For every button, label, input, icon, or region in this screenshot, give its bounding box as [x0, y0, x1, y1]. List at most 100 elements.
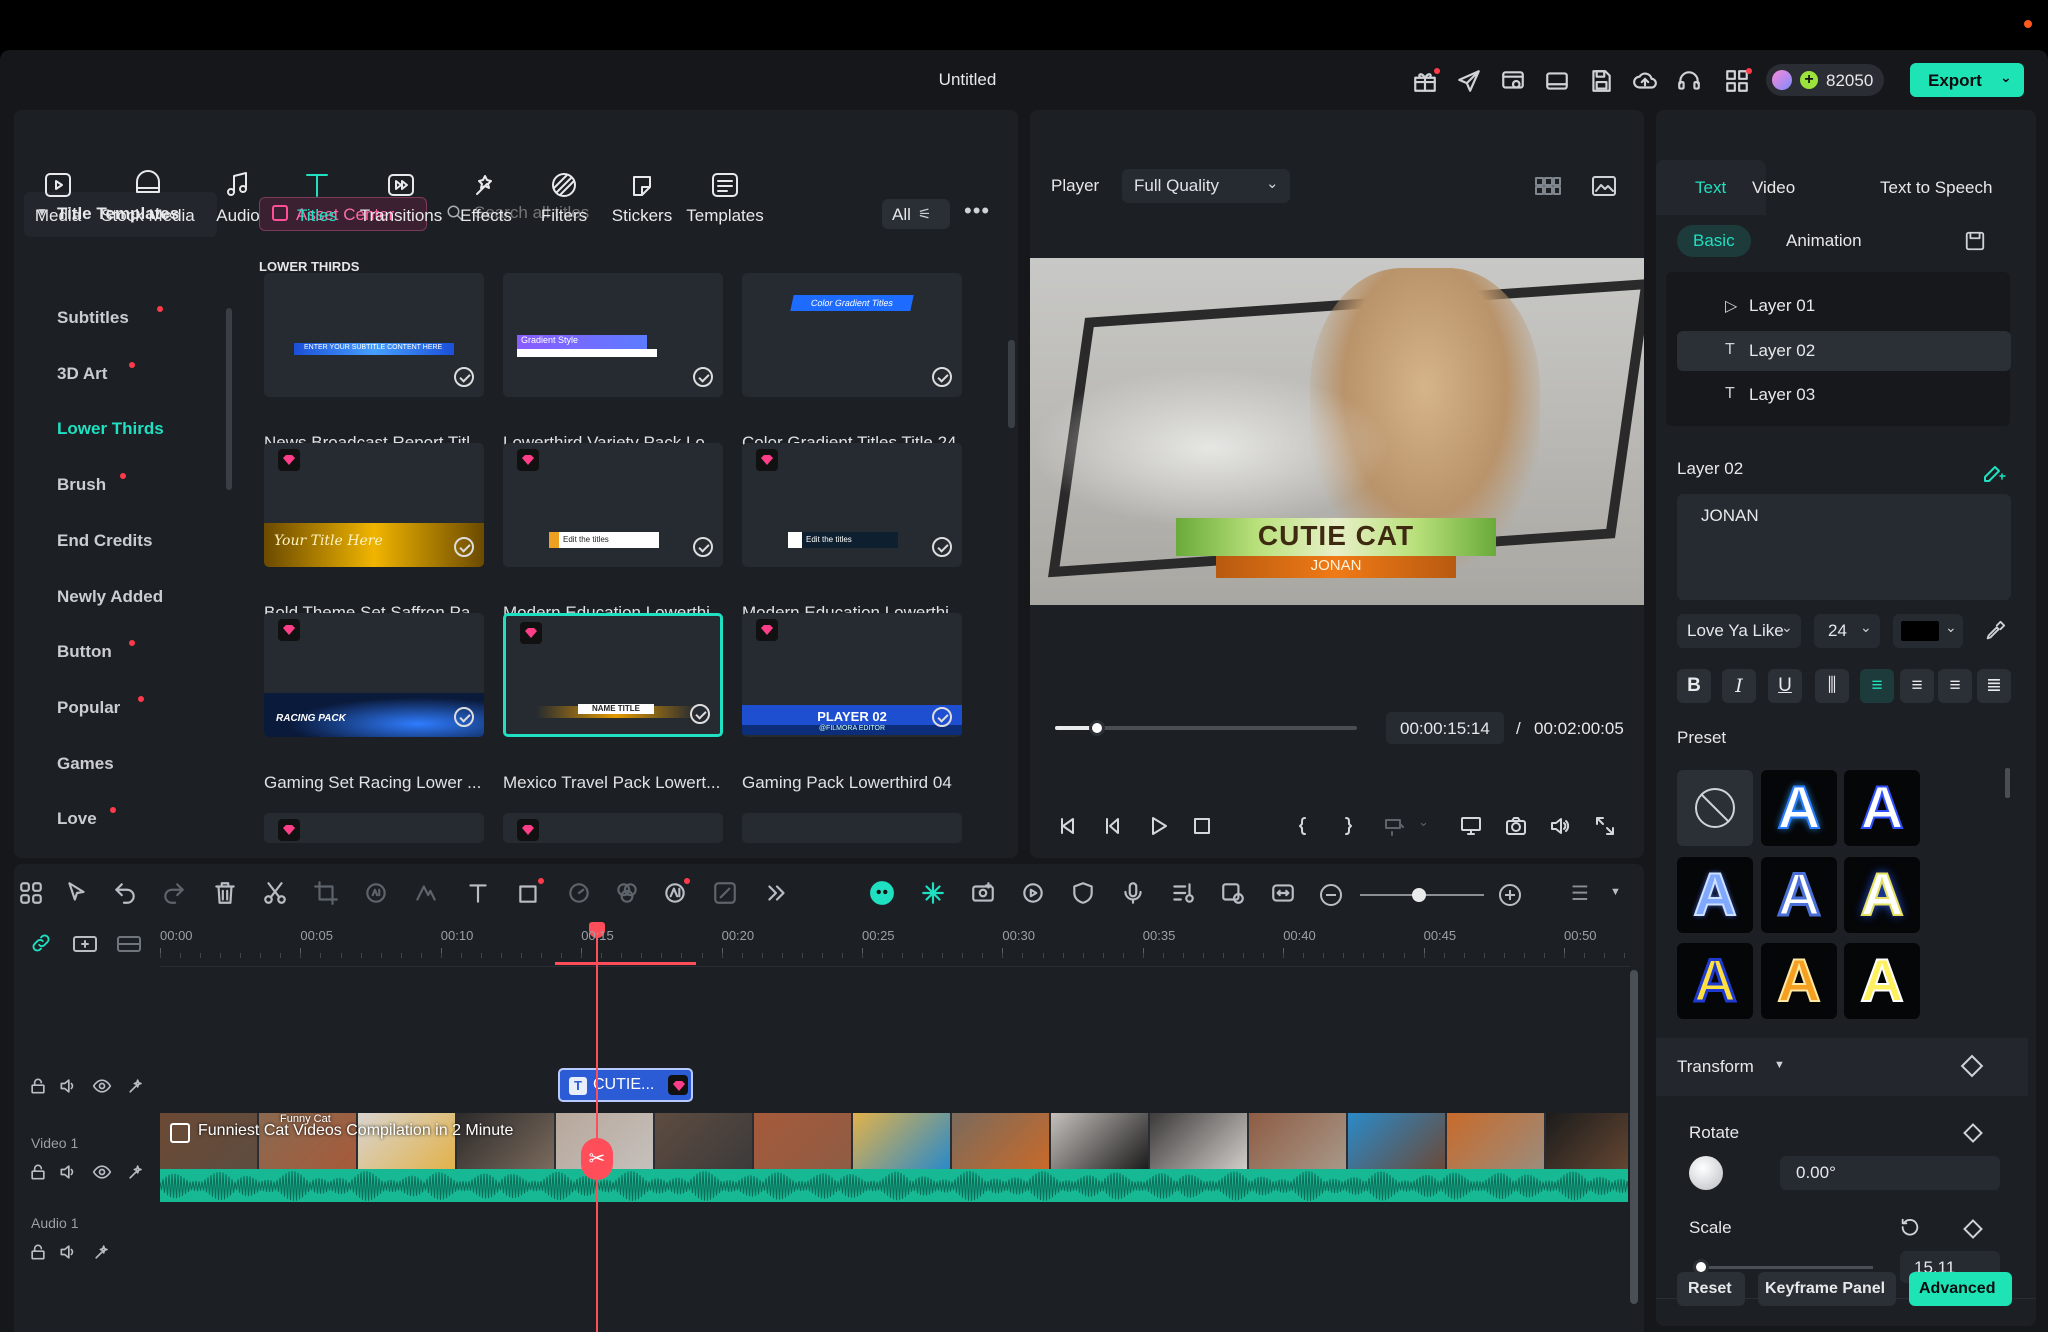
ai-edit-icon[interactable]	[1982, 460, 2008, 482]
template-thumbnail[interactable]: Your Title Here	[264, 443, 484, 567]
smart-edit-icon[interactable]	[1220, 880, 1246, 906]
download-icon[interactable]	[932, 537, 952, 557]
timeline-vertical-scrollbar[interactable]	[1630, 970, 1638, 1304]
layer-item[interactable]: T Layer 02	[1677, 330, 2011, 371]
download-icon[interactable]	[932, 707, 952, 727]
reset-scale-icon[interactable]	[1899, 1216, 1921, 1238]
gift-icon[interactable]	[1412, 68, 1440, 94]
align-right-button[interactable]: ≡	[1938, 669, 1972, 703]
text-tool-icon[interactable]	[465, 880, 491, 906]
template-thumbnail[interactable]	[742, 813, 962, 843]
cut-icon[interactable]	[262, 880, 288, 906]
inspector-tab-text[interactable]: Text	[1695, 178, 1726, 198]
underline-button[interactable]: U	[1768, 669, 1802, 703]
audio-stretch-icon[interactable]	[413, 880, 439, 906]
font-select[interactable]: Love Ya Like ⌄	[1677, 614, 1801, 648]
chevron-down-icon[interactable]: ⌄	[2000, 69, 2012, 86]
sidebar-scrollbar[interactable]	[226, 308, 232, 490]
layout-icon[interactable]	[1544, 68, 1570, 94]
ai-effects-icon[interactable]	[662, 878, 690, 906]
ai-audio-icon[interactable]	[126, 1076, 146, 1096]
template-thumbnail[interactable]	[503, 813, 723, 843]
download-icon[interactable]	[693, 367, 713, 387]
display-settings-icon[interactable]	[1459, 814, 1483, 838]
export-button[interactable]: Export ⌄	[1910, 63, 2024, 97]
download-icon[interactable]	[454, 707, 474, 727]
chevron-down-icon[interactable]: ⌄	[1418, 814, 1429, 830]
text-preset-style[interactable]: A	[1844, 943, 1920, 1019]
download-icon[interactable]	[454, 367, 474, 387]
zoom-out-icon[interactable]	[1320, 884, 1342, 906]
delete-icon[interactable]	[212, 880, 238, 906]
track-manager-icon[interactable]	[116, 934, 142, 954]
lock-icon[interactable]	[28, 1242, 48, 1262]
sidebar-item-lower-thirds[interactable]: Lower Thirds	[57, 419, 164, 439]
sidebar-item-popular[interactable]: Popular	[57, 698, 120, 718]
more-options-icon[interactable]: •••	[964, 198, 990, 224]
fullscreen-icon[interactable]	[1593, 814, 1617, 838]
template-thumbnail[interactable]: NAME TITLE	[503, 613, 723, 737]
sidebar-item-3d-art[interactable]: 3D Art	[57, 364, 107, 384]
color-match-icon[interactable]	[614, 880, 640, 906]
sidebar-item-button[interactable]: Button	[57, 642, 112, 662]
text-preset-style[interactable]: A	[1677, 857, 1753, 933]
text-preset-style[interactable]: A	[1761, 770, 1837, 846]
layer-item[interactable]: ▷ Layer 01	[1677, 286, 2011, 326]
template-thumbnail[interactable]: Edit the titles	[503, 443, 723, 567]
title-clip[interactable]: T CUTIE...	[558, 1068, 693, 1102]
sidebar-item-subtitles[interactable]: Subtitles	[57, 308, 129, 328]
scrubber-track[interactable]	[1055, 720, 1357, 736]
rotate-input[interactable]: 0.00°	[1780, 1156, 2000, 1190]
template-thumbnail[interactable]: ENTER YOUR SUBTITLE CONTENT HERE	[264, 273, 484, 397]
zoom-in-icon[interactable]	[1499, 884, 1521, 906]
lock-icon[interactable]	[28, 1076, 48, 1096]
auto-beat-sync-icon[interactable]	[920, 880, 946, 906]
track-layout-icon[interactable]: ☰	[1571, 880, 1593, 908]
transform-header[interactable]: Transform ▼	[1656, 1038, 2028, 1096]
ai-audio-icon[interactable]	[126, 1162, 146, 1182]
keyframe-panel-button[interactable]: Keyframe Panel	[1758, 1272, 1896, 1306]
redo-icon[interactable]	[161, 880, 187, 906]
cloud-upload-icon[interactable]	[1632, 68, 1658, 94]
text-preset-style[interactable]: A	[1677, 943, 1753, 1019]
tab-templates[interactable]: Templates	[675, 168, 775, 226]
keyframe-diamond-icon[interactable]	[1960, 1054, 1984, 1078]
volume-icon[interactable]	[58, 1076, 78, 1096]
zoom-slider-handle[interactable]	[1412, 888, 1426, 902]
save-icon[interactable]	[1588, 68, 1614, 94]
layout-grid-icon[interactable]	[18, 880, 44, 906]
advanced-button[interactable]: Advanced	[1909, 1272, 2012, 1306]
snapshot-view-icon[interactable]	[1590, 174, 1618, 198]
current-time-box[interactable]: 00:00:15:14	[1386, 712, 1504, 744]
rotate-dial[interactable]	[1689, 1156, 1723, 1190]
play-reverse-icon[interactable]	[1102, 814, 1126, 838]
template-thumbnail[interactable]: Color Gradient Titles	[742, 273, 962, 397]
template-thumbnail[interactable]: Gradient Style	[503, 273, 723, 397]
split-scissors-icon[interactable]: ✂	[581, 1138, 613, 1180]
vertical-text-button[interactable]: ⫼	[1815, 669, 1849, 703]
subtab-animation[interactable]: Animation	[1770, 225, 1878, 257]
ai-tool-icon[interactable]	[363, 880, 389, 906]
italic-button[interactable]: I	[1722, 669, 1756, 703]
mark-in-icon[interactable]	[1291, 814, 1315, 838]
volume-icon[interactable]	[1548, 814, 1572, 838]
lock-icon[interactable]	[28, 1162, 48, 1182]
preset-none[interactable]	[1677, 770, 1753, 846]
link-icon[interactable]	[30, 932, 54, 956]
sidebar-item-brush[interactable]: Brush	[57, 475, 106, 495]
justify-button[interactable]: ≣	[1977, 669, 2011, 703]
filter-dropdown[interactable]: All ⚟	[882, 199, 950, 229]
add-track-icon[interactable]	[72, 934, 98, 954]
preset-scrollbar[interactable]	[2005, 768, 2010, 798]
sidebar-item-newly-added[interactable]: Newly Added	[57, 587, 163, 607]
color-select[interactable]: ⌄	[1893, 614, 1963, 648]
video-preview[interactable]: CUTIE CAT JONAN	[1030, 258, 1644, 605]
snapshot-camera-icon[interactable]	[1504, 814, 1528, 838]
font-size-select[interactable]: 24 ⌄	[1814, 614, 1880, 648]
apps-grid-icon[interactable]	[1724, 68, 1752, 94]
save-preset-icon[interactable]	[1964, 230, 1986, 252]
play-icon[interactable]	[1146, 814, 1170, 838]
bold-button[interactable]: B	[1677, 669, 1711, 703]
sidebar-item-games[interactable]: Games	[57, 754, 114, 774]
stabilize-icon[interactable]	[1020, 880, 1046, 906]
